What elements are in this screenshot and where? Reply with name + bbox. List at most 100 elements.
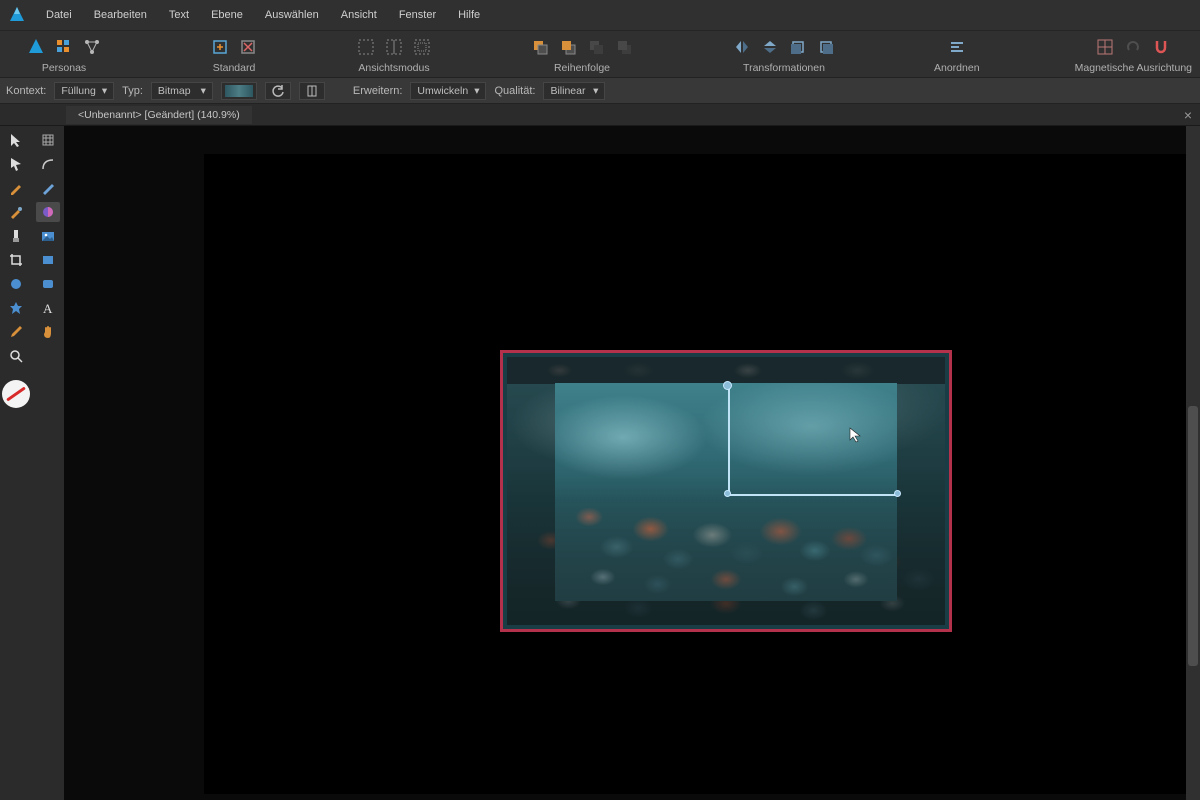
document-tab-bar: <Unbenannt> [Geändert] (140.9%) × <box>0 104 1200 126</box>
pen-tool-icon[interactable] <box>36 154 60 174</box>
persona-designer-icon[interactable] <box>26 37 46 57</box>
fill-tool-icon[interactable] <box>36 202 60 222</box>
fill-handle-origin[interactable] <box>723 381 732 390</box>
ctx-typ-value: Bitmap <box>158 85 191 97</box>
persona-export-icon[interactable] <box>82 37 102 57</box>
ribbon-label-transform: Transformationen <box>743 62 825 74</box>
menubar: Datei Bearbeiten Text Ebene Auswählen An… <box>0 0 1200 30</box>
ribbon-label-snap: Magnetische Ausrichtung <box>1075 62 1192 74</box>
text-tool-icon[interactable]: A <box>36 298 60 318</box>
chevron-down-icon: ▾ <box>201 85 206 97</box>
vector-brush-tool-icon[interactable] <box>36 178 60 198</box>
move-tool-icon[interactable] <box>4 130 28 150</box>
menu-auswaehlen[interactable]: Auswählen <box>255 5 329 25</box>
ctx-bitmap-preview[interactable] <box>221 82 257 100</box>
cursor-icon <box>849 427 861 443</box>
align-icon[interactable] <box>947 37 967 57</box>
file-delete-icon[interactable] <box>238 37 258 57</box>
crop-tool-icon[interactable] <box>4 250 28 270</box>
order-back-one-icon[interactable] <box>530 37 550 57</box>
fill-axis-vertical[interactable] <box>728 387 730 495</box>
flip-horizontal-icon[interactable] <box>732 37 752 57</box>
chevron-down-icon: ▾ <box>474 85 479 97</box>
brush-tool-icon[interactable] <box>4 202 28 222</box>
rectangle-tool-icon[interactable] <box>36 250 60 270</box>
persona-pixel-icon[interactable] <box>54 37 74 57</box>
ctx-kontext-value: Füllung <box>61 85 95 97</box>
eyedropper-tool-icon[interactable] <box>4 226 28 246</box>
ctx-typ-label: Typ: <box>122 85 143 97</box>
menu-ebene[interactable]: Ebene <box>201 5 253 25</box>
ribbon-label-order: Reihenfolge <box>554 62 610 74</box>
ctx-erweitern-value: Umwickeln <box>417 85 468 97</box>
tools-col-left <box>0 126 32 800</box>
scrollbar-thumb[interactable] <box>1188 406 1198 666</box>
view-pixel-icon[interactable] <box>356 37 376 57</box>
view-split-icon[interactable] <box>384 37 404 57</box>
menu-datei[interactable]: Datei <box>36 5 82 25</box>
ctx-typ-dropdown[interactable]: Bitmap ▾ <box>151 82 213 100</box>
ribbon-group-transform: Transformationen <box>652 29 854 77</box>
ctx-scale-lock-icon[interactable] <box>299 82 325 100</box>
ribbon-label-viewmode: Ansichtsmodus <box>358 62 429 74</box>
order-front-icon[interactable] <box>614 37 634 57</box>
place-image-tool-icon[interactable] <box>36 226 60 246</box>
context-toolbar: Kontext: Füllung ▾ Typ: Bitmap ▾ Erweite… <box>0 78 1200 104</box>
ctx-reset-icon[interactable] <box>265 82 291 100</box>
rounded-rect-tool-icon[interactable] <box>36 274 60 294</box>
chevron-down-icon: ▾ <box>593 85 598 97</box>
pan-tool-icon[interactable] <box>36 322 60 342</box>
ribbon-group-arrange: Anordnen <box>854 29 998 77</box>
file-open-icon[interactable] <box>210 37 230 57</box>
order-back-icon[interactable] <box>586 37 606 57</box>
ctx-qualitaet-label: Qualität: <box>494 85 535 97</box>
menu-text[interactable]: Text <box>159 5 199 25</box>
rotate-ccw-icon[interactable] <box>788 37 808 57</box>
view-outline-icon[interactable] <box>412 37 432 57</box>
menu-ansicht[interactable]: Ansicht <box>331 5 387 25</box>
ribbon-label-standard: Standard <box>213 62 256 74</box>
menu-fenster[interactable]: Fenster <box>389 5 446 25</box>
star-tool-icon[interactable] <box>4 298 28 318</box>
color-picker-tool-icon[interactable] <box>4 322 28 342</box>
document-tab[interactable]: <Unbenannt> [Geändert] (140.9%) <box>66 106 252 124</box>
ribbon-group-standard: Standard <box>120 29 276 77</box>
fill-axis-horizontal[interactable] <box>728 494 898 496</box>
artboard-tool-icon[interactable] <box>36 130 60 150</box>
fill-handle-end[interactable] <box>894 490 901 497</box>
ctx-erweitern-label: Erweitern: <box>353 85 403 97</box>
scrollbar-vertical[interactable] <box>1186 126 1200 800</box>
ellipse-tool-icon[interactable] <box>4 274 28 294</box>
ribbon-group-order: Reihenfolge <box>450 29 652 77</box>
svg-text:A: A <box>43 301 53 316</box>
ribbon-group-viewmode: Ansichtsmodus <box>276 29 450 77</box>
no-fill-swatch-icon[interactable] <box>2 380 30 408</box>
pencil-tool-icon[interactable] <box>4 178 28 198</box>
menu-hilfe[interactable]: Hilfe <box>448 5 490 25</box>
snap-toggle-icon[interactable] <box>1123 37 1143 57</box>
ribbon: Personas Standard Ansichtsmodus Reihenfo… <box>0 30 1200 78</box>
tab-close-icon[interactable]: × <box>1176 107 1200 123</box>
fill-handle-center[interactable] <box>724 490 731 497</box>
ribbon-label-arrange: Anordnen <box>934 62 980 74</box>
node-tool-icon[interactable] <box>4 154 28 174</box>
ctx-kontext-dropdown[interactable]: Füllung ▾ <box>54 82 114 100</box>
rotate-cw-icon[interactable] <box>816 37 836 57</box>
ctx-qualitaet-dropdown[interactable]: Bilinear ▾ <box>543 82 605 100</box>
zoom-tool-icon[interactable] <box>4 346 28 366</box>
snap-magnet-icon[interactable] <box>1151 37 1171 57</box>
image-frame[interactable] <box>500 350 952 632</box>
workspace: A <box>0 126 1200 800</box>
canvas-area[interactable] <box>64 126 1200 800</box>
chevron-down-icon: ▾ <box>102 85 107 97</box>
snap-grid-icon[interactable] <box>1095 37 1115 57</box>
ctx-kontext-label: Kontext: <box>6 85 46 97</box>
ribbon-group-snap: Magnetische Ausrichtung <box>1057 29 1192 77</box>
flip-vertical-icon[interactable] <box>760 37 780 57</box>
order-front-one-icon[interactable] <box>558 37 578 57</box>
ctx-erweitern-dropdown[interactable]: Umwickeln ▾ <box>410 82 486 100</box>
ctx-qualitaet-value: Bilinear <box>550 85 585 97</box>
tools-col-right: A <box>32 126 64 800</box>
app-logo <box>6 4 28 26</box>
menu-bearbeiten[interactable]: Bearbeiten <box>84 5 157 25</box>
